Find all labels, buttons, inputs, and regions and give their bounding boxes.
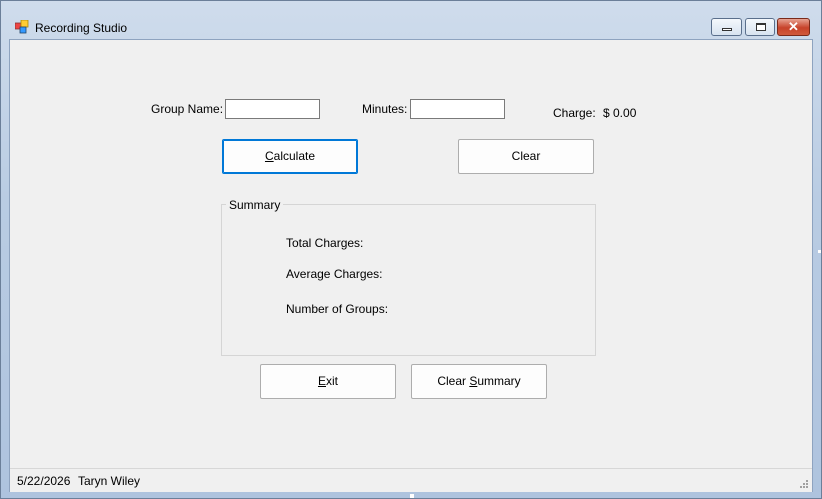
calculate-rest: alculate xyxy=(273,149,316,163)
maximize-icon xyxy=(756,23,766,31)
minutes-label: Minutes: xyxy=(362,102,408,116)
title-bar[interactable]: Recording Studio ✕ xyxy=(1,1,821,39)
clear-summary-button[interactable]: Clear Summary xyxy=(411,364,547,399)
charge-value: $ 0.00 xyxy=(603,106,637,120)
app-icon xyxy=(15,20,29,34)
group-name-input[interactable] xyxy=(225,99,320,119)
clear-summary-prefix: Clear xyxy=(437,374,470,388)
form-client-area: Group Name: Minutes: Charge: $ 0.00 Calc… xyxy=(9,39,813,492)
average-charges-label: Average Charges: xyxy=(286,267,383,281)
maximize-button[interactable] xyxy=(745,18,775,36)
status-date: 5/22/2026 xyxy=(17,474,71,488)
resize-grip-icon[interactable] xyxy=(799,479,809,489)
window-title: Recording Studio xyxy=(35,21,128,35)
exit-rest: xit xyxy=(326,374,338,388)
charge-label: Charge: xyxy=(553,106,596,120)
status-bar: 5/22/2026 Taryn Wiley xyxy=(10,468,812,492)
summary-groupbox xyxy=(221,204,596,356)
clear-button[interactable]: Clear xyxy=(458,139,594,174)
designer-handle-right[interactable] xyxy=(818,250,821,253)
number-of-groups-label: Number of Groups: xyxy=(286,302,389,316)
calculate-accel: C xyxy=(264,149,274,163)
minutes-input[interactable] xyxy=(410,99,505,119)
group-name-label: Group Name: xyxy=(151,102,224,116)
close-icon: ✕ xyxy=(788,19,799,34)
app-window: Recording Studio ✕ Group Name: Minutes: … xyxy=(0,0,822,499)
minimize-icon xyxy=(722,28,732,31)
clear-summary-rest: ummary xyxy=(477,374,521,388)
summary-title: Summary xyxy=(226,198,284,212)
total-charges-label: Total Charges: xyxy=(286,236,364,250)
minimize-button[interactable] xyxy=(711,18,742,36)
close-button[interactable]: ✕ xyxy=(777,18,810,36)
exit-accel: E xyxy=(317,374,326,388)
exit-button[interactable]: Exit xyxy=(260,364,396,399)
designer-handle-bottom[interactable] xyxy=(410,494,414,498)
status-user: Taryn Wiley xyxy=(78,474,141,488)
calculate-button[interactable]: Calculate xyxy=(222,139,358,174)
